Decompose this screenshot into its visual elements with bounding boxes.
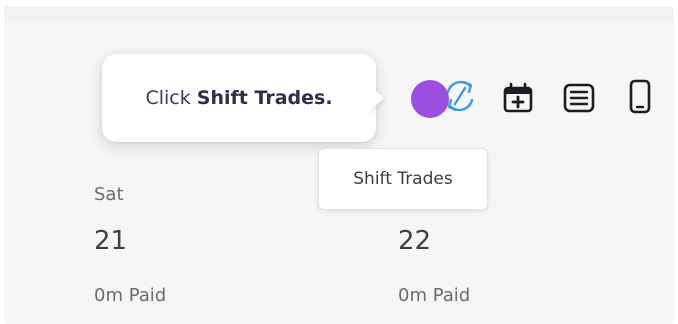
day-paid-total: 0m Paid <box>94 285 167 306</box>
shift-trades-icon[interactable] <box>440 76 480 116</box>
list-view-icon[interactable] <box>561 80 597 116</box>
day-number: 22 <box>398 226 432 256</box>
day-label: Sat <box>94 184 124 205</box>
panel-header-strip <box>4 6 674 20</box>
mobile-device-icon[interactable] <box>624 78 656 116</box>
day-paid-total: 0m Paid <box>398 285 471 306</box>
guide-callout: Click Shift Trades. <box>102 54 376 142</box>
guide-callout-text: Click Shift Trades. <box>102 54 376 142</box>
day-number: 21 <box>94 226 128 256</box>
calendar-add-icon[interactable] <box>500 80 536 116</box>
guide-callout-arrow <box>368 84 384 112</box>
guide-callout-emphasis: Shift Trades. <box>196 87 333 109</box>
shift-trades-tooltip: Shift Trades <box>318 148 488 210</box>
guide-callout-prefix: Click <box>145 87 197 109</box>
